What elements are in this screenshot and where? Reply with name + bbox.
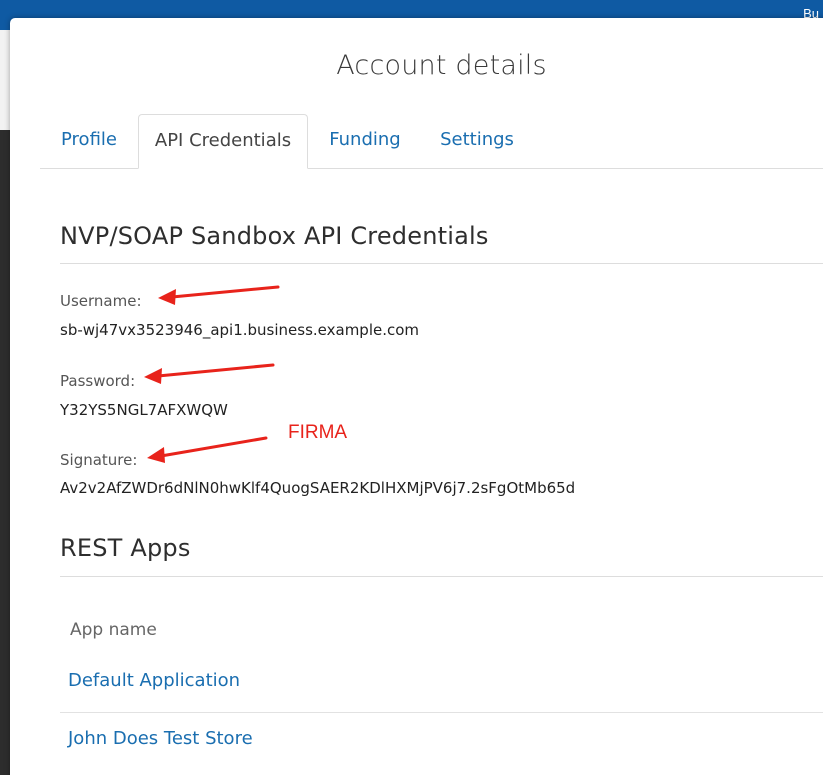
tab-api-credentials[interactable]: API Credentials [138, 114, 308, 169]
annotation-firma-text: FIRMA [288, 422, 348, 443]
tab-profile[interactable]: Profile [50, 114, 128, 168]
password-label: Password: [60, 372, 136, 390]
account-details-modal: Account details Profile API Credentials … [10, 18, 823, 775]
app-link-john-does-test-store[interactable]: John Does Test Store [68, 728, 253, 749]
signature-label: Signature: [60, 451, 138, 469]
rest-apps-heading: REST Apps [60, 534, 191, 562]
app-name-column-header: App name [70, 620, 157, 640]
section-divider [60, 576, 823, 577]
password-value: Y32YS5NGL7AFXWQW [60, 401, 228, 419]
username-label: Username: [60, 292, 142, 310]
section-divider [60, 263, 823, 264]
tab-bar: Profile API Credentials Funding Settings [40, 114, 823, 169]
row-divider [60, 712, 823, 713]
nvp-soap-heading: NVP/SOAP Sandbox API Credentials [60, 222, 489, 250]
username-value: sb-wj47vx3523946_api1.business.example.c… [60, 321, 420, 339]
modal-title: Account details [336, 50, 547, 81]
app-link-default-application[interactable]: Default Application [68, 670, 240, 691]
tab-settings[interactable]: Settings [432, 114, 522, 168]
signature-value: Av2v2AfZWDr6dNlN0hwKlf4QuogSAER2KDlHXMjP… [60, 479, 576, 497]
tab-funding[interactable]: Funding [322, 114, 408, 168]
